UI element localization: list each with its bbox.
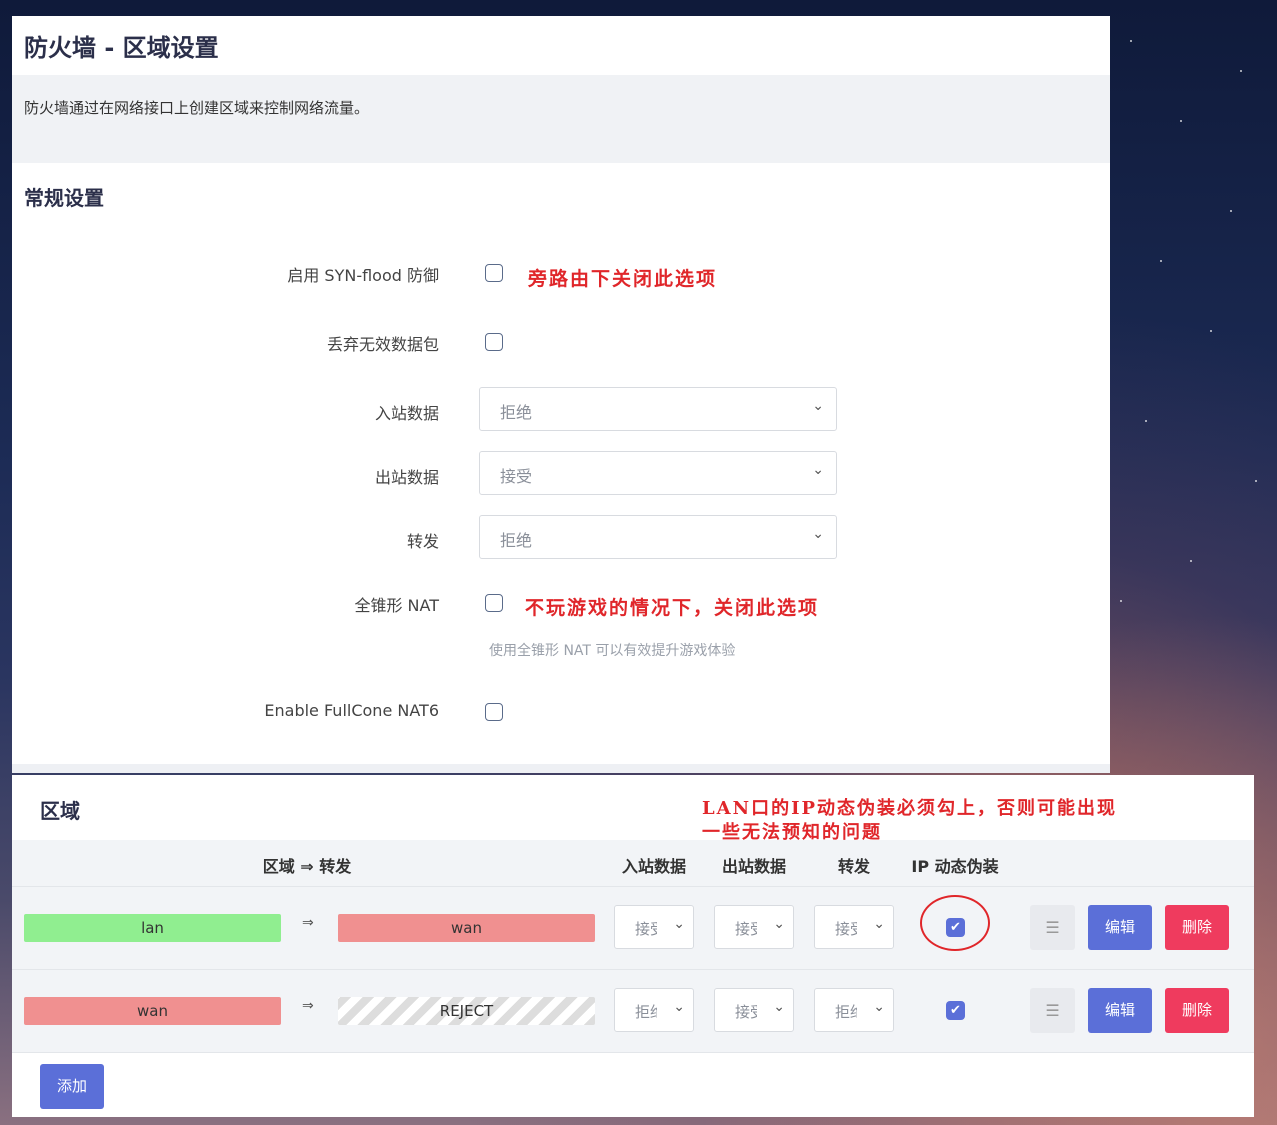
row-output-value: 接受 xyxy=(735,1003,757,1021)
header-masquerade: IP 动态伪装 xyxy=(911,857,999,876)
delete-button[interactable]: 删除 xyxy=(1165,988,1229,1033)
row-forward-value: 拒绝 xyxy=(835,1003,857,1021)
drop-invalid-checkbox[interactable] xyxy=(485,333,503,351)
chevron-down-icon: ⌄ xyxy=(773,916,785,932)
firewall-settings-panel: 防火墙 - 区域设置 防火墙通过在网络接口上创建区域来控制网络流量。 常规设置 … xyxy=(12,16,1110,773)
chevron-down-icon: ⌄ xyxy=(812,462,824,478)
add-zone-button[interactable]: 添加 xyxy=(40,1064,104,1109)
output-policy-select[interactable]: 接受 ⌄ xyxy=(479,451,837,495)
zone-tag-wan: wan xyxy=(24,997,281,1025)
row-input-value: 接受 xyxy=(635,920,657,938)
zones-table-header: 区域 ⇒ 转发 入站数据 出站数据 转发 IP 动态伪装 xyxy=(12,840,1254,887)
masquerade-annotation-line1: LAN口的IP动态伪装必须勾上，否则可能出现 xyxy=(702,798,1118,819)
row-forward-select[interactable]: 接受 ⌄ xyxy=(814,905,894,949)
zones-panel: 区域 LAN口的IP动态伪装必须勾上，否则可能出现 一些无法预知的问题 区域 ⇒… xyxy=(12,775,1254,1117)
drag-handle-icon[interactable]: ☰ xyxy=(1030,988,1075,1033)
row-input-select[interactable]: 拒绝 ⌄ xyxy=(614,988,694,1032)
input-policy-select[interactable]: 拒绝 ⌄ xyxy=(479,387,837,431)
drop-invalid-label: 丢弃无效数据包 xyxy=(326,335,439,354)
annotation-circle xyxy=(920,895,990,951)
row-output-value: 接受 xyxy=(735,920,757,938)
syn-flood-label: 启用 SYN-flood 防御 xyxy=(287,266,439,285)
row-input-select[interactable]: 接受 ⌄ xyxy=(614,905,694,949)
chevron-down-icon: ⌄ xyxy=(873,916,885,932)
drag-handle-icon[interactable]: ☰ xyxy=(1030,905,1075,950)
chevron-down-icon: ⌄ xyxy=(673,999,685,1015)
page-description: 防火墙通过在网络接口上创建区域来控制网络流量。 xyxy=(24,99,370,117)
zones-title: 区域 xyxy=(40,799,80,823)
general-settings-title: 常规设置 xyxy=(24,186,104,210)
panel-footer xyxy=(12,764,1110,773)
output-policy-value: 接受 xyxy=(500,467,533,486)
chevron-down-icon: ⌄ xyxy=(773,999,785,1015)
description-bar: 防火墙通过在网络接口上创建区域来控制网络流量。 xyxy=(12,75,1110,163)
chevron-down-icon: ⌄ xyxy=(673,916,685,932)
edit-button[interactable]: 编辑 xyxy=(1088,988,1152,1033)
input-policy-label: 入站数据 xyxy=(374,404,439,423)
dest-tag-reject: REJECT xyxy=(338,997,595,1025)
fullcone-help-text: 使用全锥形 NAT 可以有效提升游戏体验 xyxy=(489,643,736,659)
chevron-down-icon: ⌄ xyxy=(812,526,824,542)
row-forward-select[interactable]: 拒绝 ⌄ xyxy=(814,988,894,1032)
forward-policy-label: 转发 xyxy=(406,532,439,551)
row-output-select[interactable]: 接受 ⌄ xyxy=(714,988,794,1032)
row-output-select[interactable]: 接受 ⌄ xyxy=(714,905,794,949)
header-zone-forward: 区域 ⇒ 转发 xyxy=(262,857,352,876)
forward-policy-select[interactable]: 拒绝 ⌄ xyxy=(479,515,837,559)
header-output: 出站数据 xyxy=(721,857,786,876)
header-forward: 转发 xyxy=(837,857,870,876)
dest-tag-wan: wan xyxy=(338,914,595,942)
zone-tag-lan: lan xyxy=(24,914,281,942)
fullcone-nat6-checkbox[interactable] xyxy=(485,703,503,721)
fullcone-annotation: 不玩游戏的情况下，关闭此选项 xyxy=(525,597,820,619)
fullcone-nat-label: 全锥形 NAT xyxy=(354,596,439,615)
masquerade-annotation: LAN口的IP动态伪装必须勾上，否则可能出现 一些无法预知的问题 xyxy=(702,797,1117,845)
edit-button[interactable]: 编辑 xyxy=(1088,905,1152,950)
forward-policy-value: 拒绝 xyxy=(500,531,533,550)
header-input: 入站数据 xyxy=(621,857,686,876)
fullcone-nat6-label: Enable FullCone NAT6 xyxy=(264,701,439,720)
forward-arrow: ⇒ xyxy=(302,998,314,1014)
chevron-down-icon: ⌄ xyxy=(873,999,885,1015)
output-policy-label: 出站数据 xyxy=(374,468,439,487)
input-policy-value: 拒绝 xyxy=(500,403,533,422)
table-row: lan ⇒ wan 接受 ⌄ 接受 ⌄ 接受 ⌄ ✔ ☰ 编辑 删除 xyxy=(12,887,1254,970)
fullcone-nat-checkbox[interactable] xyxy=(485,594,503,612)
chevron-down-icon: ⌄ xyxy=(812,398,824,414)
table-row: wan ⇒ REJECT 拒绝 ⌄ 接受 ⌄ 拒绝 ⌄ ✔ ☰ 编辑 删除 xyxy=(12,970,1254,1053)
syn-flood-checkbox[interactable] xyxy=(485,264,503,282)
syn-flood-annotation: 旁路由下关闭此选项 xyxy=(528,268,718,290)
delete-button[interactable]: 删除 xyxy=(1165,905,1229,950)
masquerade-checkbox[interactable]: ✔ xyxy=(946,1001,965,1020)
row-input-value: 拒绝 xyxy=(635,1003,657,1021)
row-forward-value: 接受 xyxy=(835,920,857,938)
forward-arrow: ⇒ xyxy=(302,915,314,931)
page-title: 防火墙 - 区域设置 xyxy=(24,34,219,62)
